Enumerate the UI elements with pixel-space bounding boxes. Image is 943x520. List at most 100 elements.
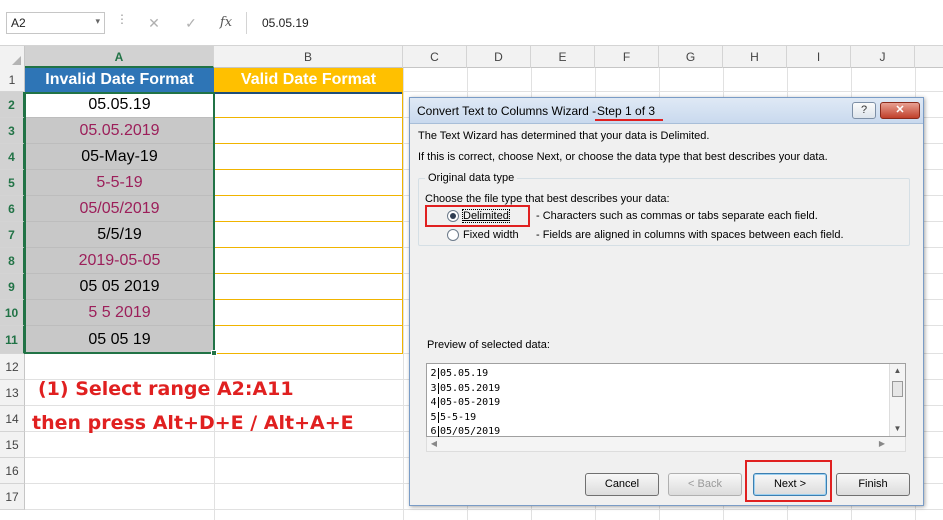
convert-text-wizard-dialog: Convert Text to Columns Wizard - Step 1 … <box>409 97 924 506</box>
delimited-highlight-annotation <box>425 205 530 227</box>
preview-row-number: 3 <box>429 382 439 394</box>
scroll-down-icon[interactable]: ▼ <box>890 422 905 436</box>
cell-a9[interactable]: 05 05 2019 <box>25 274 214 300</box>
row-header-12[interactable]: 12 <box>0 354 25 380</box>
scroll-left-icon[interactable]: ◀ <box>427 437 441 451</box>
row-header-14[interactable]: 14 <box>0 406 25 432</box>
name-box-value: A2 <box>11 16 26 30</box>
preview-row-number: 6 <box>429 426 439 437</box>
cell-a10[interactable]: 5 5 2019 <box>25 300 214 326</box>
wizard-instruction-text: If this is correct, choose Next, or choo… <box>418 151 828 163</box>
preview-vertical-scrollbar[interactable]: ▲ ▼ <box>889 364 905 436</box>
preview-row-number: 2 <box>429 368 439 379</box>
row-header-16[interactable]: 16 <box>0 458 25 484</box>
cell-b11[interactable] <box>214 326 403 354</box>
row-header-3[interactable]: 3 <box>0 118 25 144</box>
cell-b7[interactable] <box>214 222 403 248</box>
back-button[interactable]: < Back <box>668 473 742 496</box>
radio-fixed-width-label[interactable]: Fixed width <box>463 229 519 241</box>
column-gridline <box>403 68 404 520</box>
header-invalid-date-format[interactable]: Invalid Date Format <box>25 68 214 94</box>
preview-label: Preview of selected data: <box>427 339 550 351</box>
scroll-right-icon[interactable]: ▶ <box>875 437 889 451</box>
cell-b8[interactable] <box>214 248 403 274</box>
column-header-j[interactable]: J <box>851 46 915 68</box>
preview-row-text: 05.05.19 <box>440 368 489 379</box>
cell-a11[interactable]: 05 05 19 <box>25 326 214 354</box>
formula-input[interactable]: 05.05.19 <box>262 16 309 30</box>
column-header-i[interactable]: I <box>787 46 851 68</box>
preview-row: 6 05/05/2019 <box>429 426 500 437</box>
cell-a7[interactable]: 5/5/19 <box>25 222 214 248</box>
group-title: Original data type <box>425 172 518 184</box>
cell-a8[interactable]: 2019-05-05 <box>25 248 214 274</box>
scroll-up-icon[interactable]: ▲ <box>890 364 905 378</box>
row-header-8[interactable]: 8 <box>0 248 25 274</box>
cell-a3[interactable]: 05.05.2019 <box>25 118 214 144</box>
formula-bar: A2 ▾ ⋮ ✕ ✓ fx 05.05.19 <box>0 0 943 46</box>
row-header-10[interactable]: 10 <box>0 300 25 326</box>
close-button[interactable]: ✕ <box>880 102 920 119</box>
row-header-6[interactable]: 6 <box>0 196 25 222</box>
annotation-step-1-shortcut: then press Alt+D+E / Alt+A+E <box>32 412 354 434</box>
row-header-4[interactable]: 4 <box>0 144 25 170</box>
column-header-f[interactable]: F <box>595 46 659 68</box>
preview-row-text: 05-05-2019 <box>440 397 501 408</box>
column-header-d[interactable]: D <box>467 46 531 68</box>
row-header-13[interactable]: 13 <box>0 380 25 406</box>
row-header-7[interactable]: 7 <box>0 222 25 248</box>
cell-b5[interactable] <box>214 170 403 196</box>
cell-b6[interactable] <box>214 196 403 222</box>
preview-row: 3 05.05.2019 <box>429 382 501 394</box>
step-underline-annotation <box>595 119 663 121</box>
cell-a4[interactable]: 05-May-19 <box>25 144 214 170</box>
cell-b4[interactable] <box>214 144 403 170</box>
column-header-h[interactable]: H <box>723 46 787 68</box>
row-header-17[interactable]: 17 <box>0 484 25 510</box>
chevron-down-icon[interactable]: ▾ <box>95 16 100 27</box>
header-valid-date-format[interactable]: Valid Date Format <box>214 68 403 94</box>
preview-row-text: 05.05.2019 <box>440 382 501 394</box>
row-header-9[interactable]: 9 <box>0 274 25 300</box>
cell-a5[interactable]: 5-5-19 <box>25 170 214 196</box>
cancel-button[interactable]: Cancel <box>585 473 659 496</box>
preview-row: 4 05-05-2019 <box>429 397 500 408</box>
annotation-step-1: (1) Select range A2:A11 <box>38 378 294 400</box>
row-header-1[interactable]: 1 <box>0 68 25 92</box>
row-header-5[interactable]: 5 <box>0 170 25 196</box>
radio-delimited-desc: - Characters such as commas or tabs sepa… <box>536 210 818 222</box>
name-box[interactable]: A2 ▾ <box>6 12 105 34</box>
radio-fixed-width[interactable] <box>447 229 459 241</box>
select-all-button[interactable] <box>0 46 25 68</box>
preview-row: 5 5-5-19 <box>429 411 477 423</box>
insert-function-icon[interactable]: fx <box>215 12 237 34</box>
cell-b2[interactable] <box>214 92 403 118</box>
row-header-2[interactable]: 2 <box>0 92 25 118</box>
cell-a2[interactable]: 05.05.19 <box>25 92 214 118</box>
column-header-g[interactable]: G <box>659 46 723 68</box>
column-header-b[interactable]: B <box>214 46 403 68</box>
data-preview[interactable]: 2 05.05.19 3 05.05.2019 4 05-05-2019 5 5-5-19 6 0… <box>426 363 906 437</box>
wizard-detected-text: The Text Wizard has determined that your… <box>418 130 710 142</box>
cancel-icon[interactable]: ✕ <box>143 12 165 34</box>
preview-row-text: 5-5-19 <box>440 411 477 423</box>
row-header-11[interactable]: 11 <box>0 326 25 354</box>
cell-a6[interactable]: 05/05/2019 <box>25 196 214 222</box>
column-header-a[interactable]: A <box>25 46 214 68</box>
column-header-c[interactable]: C <box>403 46 467 68</box>
row-header-15[interactable]: 15 <box>0 432 25 458</box>
drag-handle-icon[interactable]: ⋮ <box>116 12 128 26</box>
scroll-thumb[interactable] <box>892 381 903 397</box>
column-header-e[interactable]: E <box>531 46 595 68</box>
row-gridline <box>25 509 943 510</box>
fill-handle[interactable] <box>211 350 217 356</box>
finish-button[interactable]: Finish <box>836 473 910 496</box>
cell-b3[interactable] <box>214 118 403 144</box>
enter-icon[interactable]: ✓ <box>180 12 202 34</box>
dialog-title-bar[interactable]: Convert Text to Columns Wizard - Step 1 … <box>410 98 923 124</box>
cell-b9[interactable] <box>214 274 403 300</box>
cell-b10[interactable] <box>214 300 403 326</box>
help-button[interactable]: ? <box>852 102 876 119</box>
formula-separator <box>246 12 247 34</box>
preview-horizontal-scrollbar[interactable]: ◀ ▶ <box>426 437 906 452</box>
